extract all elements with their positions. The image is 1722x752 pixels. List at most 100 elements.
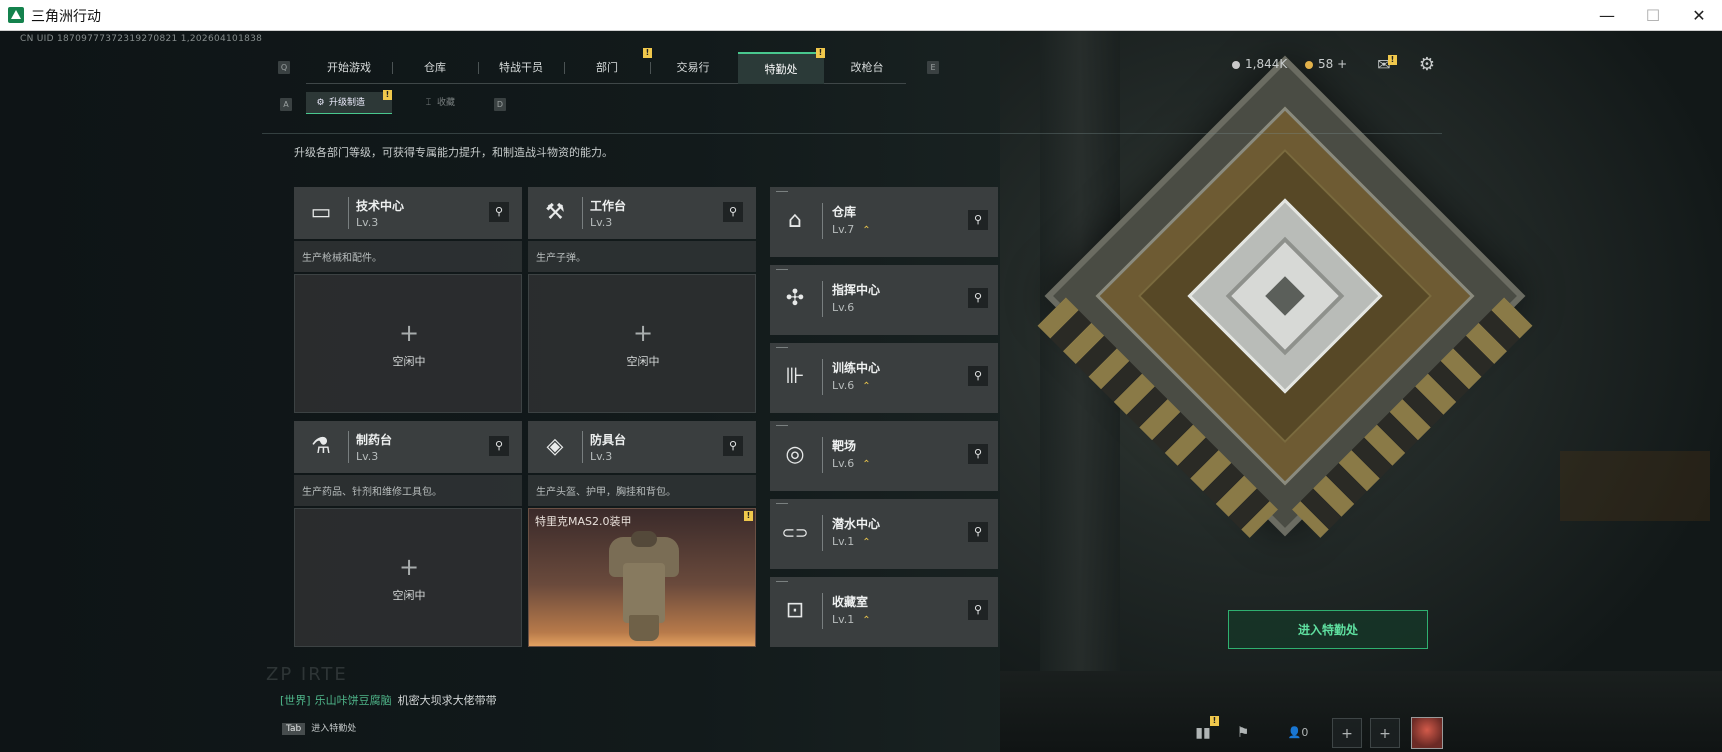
upgrade-craft-badge: !: [383, 90, 392, 100]
player-uid: CN UID 18709777372319270821 1,2026041018…: [20, 34, 263, 44]
diving-mask-icon: ⊂⊃: [781, 523, 809, 542]
facility-card-diving-center[interactable]: ⊂⊃ 潜水中心 Lv.1 ⌃ ⚲: [770, 499, 998, 569]
facility-card-shooting-range[interactable]: ◎ 靶场 Lv.6 ⌃ ⚲: [770, 421, 998, 491]
friends-button[interactable]: 👤0: [1278, 718, 1318, 748]
tab-gunsmith[interactable]: 改枪台: [824, 52, 910, 84]
tab-special-ops[interactable]: 特勤处: [738, 52, 824, 84]
facility-description: 生产药品、针剂和维修工具包。: [294, 475, 522, 506]
page-description: 升级各部门等级，可获得专属能力提升，和制造战斗物资的能力。: [294, 146, 613, 159]
facility-level: Lv.6: [832, 379, 855, 392]
warehouse-icon: ⌂: [788, 208, 802, 233]
currency-coins[interactable]: 1,844K: [1232, 57, 1287, 71]
add-slot-button-1[interactable]: +: [1332, 718, 1362, 748]
facility-name: 潜水中心: [832, 517, 881, 531]
facility-card-training-center[interactable]: ⊪ 训练中心 Lv.6 ⌃ ⚲: [770, 343, 998, 413]
decorative-text: ZP IRTE: [266, 664, 348, 685]
search-button[interactable]: ⚲: [489, 202, 509, 222]
craft-slot-empty[interactable]: + 空闲中: [294, 274, 522, 413]
currency-premium[interactable]: 58 +: [1305, 57, 1347, 71]
search-button[interactable]: ⚲: [968, 444, 988, 464]
facility-name: 工作台: [590, 199, 627, 213]
tab-operators[interactable]: 特战干员: [478, 52, 564, 84]
target-icon: ◎: [785, 442, 805, 467]
facility-name: 靶场: [832, 439, 857, 453]
facility-level: Lv.3: [356, 216, 379, 229]
add-slot-button-2[interactable]: +: [1370, 718, 1400, 748]
enter-hint: Tab 进入特勤处: [282, 721, 356, 741]
tab-start-game[interactable]: 开始游戏: [306, 52, 392, 84]
tab-warehouse[interactable]: 仓库: [392, 52, 478, 84]
collection-tab-icon: ⌶: [425, 98, 432, 108]
facility-level: Lv.1: [832, 613, 855, 626]
search-button[interactable]: ⚲: [968, 600, 988, 620]
chat-player-name[interactable]: 乐山咔饼豆腐脑: [315, 694, 392, 707]
search-button[interactable]: ⚲: [723, 202, 743, 222]
computer-icon: ▭: [310, 200, 332, 225]
crafting-item-name: 特里克MAS2.0装甲: [535, 515, 632, 528]
app-logo-icon: [8, 7, 24, 23]
facility-card-tech-center[interactable]: ▭ 技术中心 Lv.3 ⚲ 生产枪械和配件。 + 空闲中: [294, 187, 522, 413]
search-button[interactable]: ⚲: [968, 366, 988, 386]
facility-card-collection-room[interactable]: ⊡ 收藏室 Lv.1 ⌃ ⚲: [770, 577, 998, 647]
craft-slot-active[interactable]: 特里克MAS2.0装甲 !: [528, 508, 756, 647]
friends-count: 0: [1301, 726, 1309, 739]
facility-name: 训练中心: [832, 361, 881, 375]
facility-description: 生产头盔、护甲，胸挂和背包。: [528, 475, 756, 506]
facility-card-command-center[interactable]: ✣ 指挥中心 Lv.6 ⚲: [770, 265, 998, 335]
search-button[interactable]: ⚲: [723, 436, 743, 456]
craft-slot-empty[interactable]: + 空闲中: [294, 508, 522, 647]
facility-level: Lv.6: [832, 457, 855, 470]
search-button[interactable]: ⚲: [968, 288, 988, 308]
mail-alert-badge: !: [1388, 55, 1397, 65]
avatar[interactable]: [1411, 717, 1443, 749]
idle-status: 空闲中: [626, 355, 660, 368]
facility-card-warehouse[interactable]: ⌂ 仓库 Lv.7 ⌃ ⚲: [770, 187, 998, 257]
minimize-button[interactable]: —: [1584, 0, 1630, 31]
subtab-upgrade-craft[interactable]: ⚙ 升级制造: [306, 92, 392, 114]
craft-alert-badge: !: [744, 511, 753, 521]
gear-icon[interactable]: ⚙: [1416, 54, 1438, 76]
nav-next-key-hint: E: [927, 61, 939, 74]
subtab-collection[interactable]: ⌶ 收藏: [414, 92, 474, 114]
tab-trading[interactable]: 交易行: [650, 52, 736, 84]
coin-icon: [1232, 60, 1240, 69]
subtab-upgrade-craft-label: 升级制造: [329, 98, 366, 108]
close-button[interactable]: ✕: [1676, 0, 1722, 31]
chat-message[interactable]: [世界] 乐山咔饼豆腐脑 机密大坝求大佬带带: [280, 692, 497, 708]
premium-amount: 58 +: [1318, 57, 1348, 71]
chat-channel: [世界]: [280, 694, 311, 707]
facility-level: Lv.3: [356, 450, 379, 463]
facility-level: Lv.1: [832, 535, 855, 548]
facility-description: 生产子弹。: [528, 241, 756, 272]
search-button[interactable]: ⚲: [489, 436, 509, 456]
flag-icon[interactable]: ⚑: [1230, 718, 1256, 748]
friends-icon: 👤: [1287, 726, 1302, 739]
tab-key-hint: Tab: [282, 723, 306, 735]
upgrade-available-icon: ⌃: [862, 225, 871, 236]
craft-slot-empty[interactable]: + 空闲中: [528, 274, 756, 413]
idle-status: 空闲中: [392, 589, 426, 602]
search-button[interactable]: ⚲: [968, 210, 988, 230]
tools-icon: ⚒: [545, 200, 565, 225]
enter-hint-label: 进入特勤处: [311, 724, 357, 734]
subtab-collection-label: 收藏: [437, 98, 456, 108]
upgrade-available-icon: ⌃: [862, 459, 871, 470]
search-button[interactable]: ⚲: [968, 522, 988, 542]
facility-name: 防具台: [590, 433, 627, 447]
nav-prev-key-hint: Q: [278, 61, 290, 74]
subnav-prev-key-hint: A: [280, 98, 292, 111]
tab-department[interactable]: 部门: [564, 52, 650, 84]
upgrade-icon: ⚙: [316, 98, 325, 108]
facility-card-pharmacy[interactable]: ⚗ 制药台 Lv.3 ⚲ 生产药品、针剂和维修工具包。 + 空闲中: [294, 421, 522, 647]
maximize-button[interactable]: ☐: [1630, 0, 1676, 31]
facility-card-workbench[interactable]: ⚒ 工作台 Lv.3 ⚲ 生产子弹。 + 空闲中: [528, 187, 756, 413]
facility-card-armor-bench[interactable]: ◈ 防具台 Lv.3 ⚲ 生产头盔、护甲，胸挂和背包。 特里克MAS2.0装甲 …: [528, 421, 756, 647]
chip-icon: ✣: [785, 286, 805, 311]
facility-name: 指挥中心: [832, 283, 881, 297]
armor-blocks-icon: ◈: [546, 434, 564, 459]
facility-level: Lv.6: [832, 301, 855, 314]
facility-description: 生产枪械和配件。: [294, 241, 522, 272]
facility-level: Lv.3: [590, 216, 613, 229]
enter-special-ops-button[interactable]: 进入特勤处: [1228, 610, 1428, 649]
body-armor-image: [609, 529, 679, 641]
